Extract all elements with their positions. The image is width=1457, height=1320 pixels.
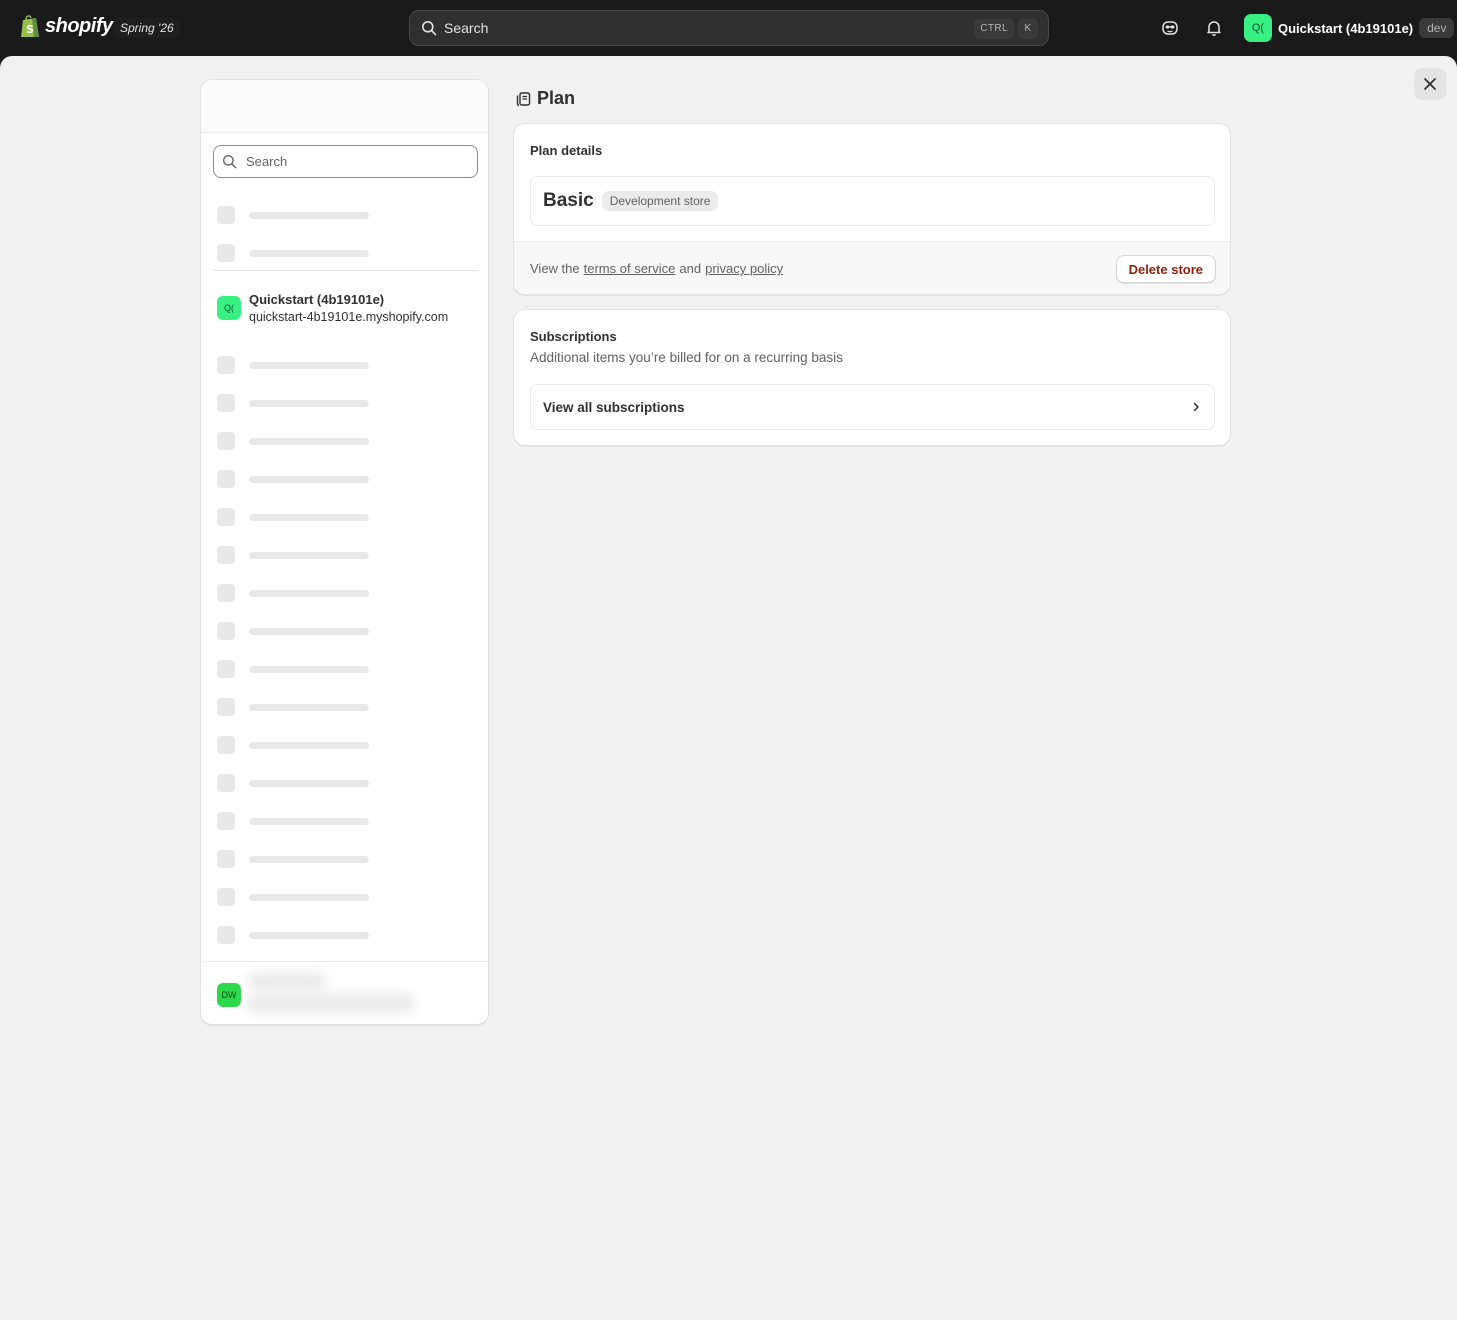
skeleton-item [217,660,369,678]
user-name-redacted [247,972,327,990]
skeleton-item [217,244,369,262]
sidebar-divider [213,270,478,271]
bell-icon [1207,21,1221,36]
skeleton-item [217,736,369,754]
footer-and-text: and [679,261,702,276]
shortcut-key-ctrl: CTRL [974,19,1014,39]
delete-store-button[interactable]: Delete store [1115,255,1216,283]
subscriptions-card: Subscriptions Additional items you’re bi… [513,309,1231,446]
skeleton-item [217,850,369,868]
store-avatar: Q( [217,296,241,320]
user-email-redacted [247,992,415,1014]
skeleton-item [217,206,369,224]
skeleton-item [217,508,369,526]
settings-modal: Q( Quickstart (4b19101e) quickstart-4b19… [0,56,1457,1320]
global-search-placeholder: Search [444,20,489,36]
close-icon [1424,78,1436,90]
skeleton-item [217,584,369,602]
chevron-right-icon [1193,402,1199,412]
skeleton-item [217,774,369,792]
sidebar-header [201,80,488,133]
top-bar: S shopify Spring '26 Search CTRL K Q(Qu… [0,0,1457,56]
plan-summary: Basic Development store [530,176,1215,226]
search-shortcut: CTRL K [974,19,1038,39]
view-all-subscriptions-row[interactable]: View all subscriptions [530,384,1215,430]
store-type-badge: Development store [601,191,719,211]
skeleton-item [217,394,369,412]
skeleton-item [217,622,369,640]
dev-badge: dev [1419,18,1455,38]
search-icon [222,154,237,169]
plan-details-title: Plan details [530,143,603,158]
store-name: Quickstart (4b19101e) [249,292,385,307]
sidekick-button[interactable] [1156,14,1184,42]
terms-of-service-link[interactable]: terms of service [584,261,676,276]
account-menu[interactable]: Q( Quickstart (4b19101e) dev [1244,14,1455,42]
subscriptions-title: Subscriptions [530,329,617,344]
footer-prefix-text: View the [530,261,580,276]
settings-search-input[interactable] [213,145,478,178]
subscriptions-description: Additional items you’re billed for on a … [530,350,843,365]
user-avatar: DW [217,983,241,1007]
skeleton-item [217,432,369,450]
notifications-button[interactable] [1200,14,1228,42]
search-icon [422,21,437,36]
brand-wordmark: shopify [45,15,113,37]
view-all-subscriptions-label: View all subscriptions [543,399,685,415]
sidebar-user[interactable]: DW [201,961,488,1024]
skeleton-item [217,356,369,374]
settings-sidebar: Q( Quickstart (4b19101e) quickstart-4b19… [200,79,489,1025]
shopify-logo[interactable]: S shopify [20,14,113,39]
close-settings-button[interactable] [1414,68,1446,100]
settings-search-field[interactable] [246,154,456,169]
plan-name: Basic [543,190,594,211]
store-url: quickstart-4b19101e.myshopify.com [249,310,449,324]
privacy-policy-link[interactable]: privacy policy [705,261,783,276]
plan-card-footer: View the terms of service and privacy po… [514,241,1230,294]
shopify-bag-icon: S [20,14,41,39]
current-store[interactable]: Q( Quickstart (4b19101e) quickstart-4b19… [217,291,448,326]
page-title-text: Plan [537,88,576,108]
sidekick-icon [1162,21,1178,35]
skeleton-item [217,812,369,830]
skeleton-item [217,888,369,906]
store-avatar: Q( [1244,14,1272,42]
shortcut-key-k: K [1018,19,1038,39]
plan-icon [516,91,531,106]
global-search[interactable]: Search CTRL K [409,10,1049,46]
page-title: Plan [516,88,575,109]
skeleton-item [217,698,369,716]
release-badge: Spring '26 [114,18,180,38]
plan-details-card: Plan details Basic Development store Vie… [513,123,1231,295]
svg-text:S: S [26,23,34,36]
skeleton-item [217,926,369,944]
skeleton-item [217,546,369,564]
account-store-name: Quickstart (4b19101e) [1278,20,1414,36]
skeleton-item [217,470,369,488]
